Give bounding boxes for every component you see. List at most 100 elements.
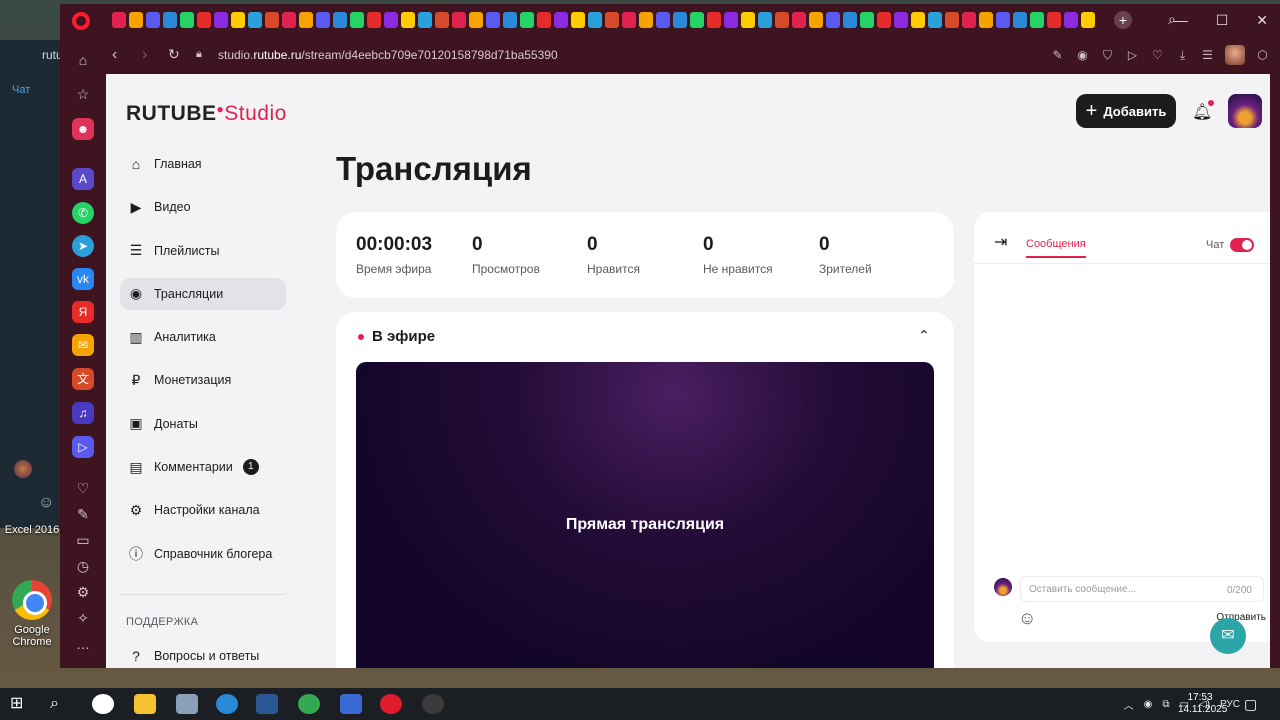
tab-favicon-icon[interactable]: [248, 12, 262, 28]
tab-favicon-icon[interactable]: [435, 12, 449, 28]
tab-favicon-icon[interactable]: [520, 12, 534, 28]
easy-setup-icon[interactable]: ☰: [1200, 48, 1215, 63]
tab-favicon-icon[interactable]: [656, 12, 670, 28]
chat-toggle[interactable]: [1230, 238, 1254, 252]
emoji-icon[interactable]: ☺: [1018, 608, 1036, 629]
tab-favicon-icon[interactable]: [911, 12, 925, 28]
telegram-icon[interactable]: ➤: [72, 235, 94, 257]
clock[interactable]: 17:53 14.11.2025: [1178, 692, 1227, 716]
bulb-icon[interactable]: ✧: [73, 608, 93, 628]
user-avatar[interactable]: [1228, 94, 1262, 128]
translate-icon[interactable]: 文: [72, 368, 94, 390]
tab-favicon-icon[interactable]: [333, 12, 347, 28]
tab-favicon-icon[interactable]: [894, 12, 908, 28]
app-a-icon[interactable]: A: [72, 168, 94, 190]
whatsapp-icon[interactable]: ✆: [72, 202, 94, 224]
rutube-studio-logo[interactable]: RUTUBE●Studio: [126, 102, 287, 126]
tab-favicon-icon[interactable]: [860, 12, 874, 28]
tab-favicon-icon[interactable]: [928, 12, 942, 28]
yandex-icon[interactable]: Я: [72, 301, 94, 323]
tab-favicon-icon[interactable]: [367, 12, 381, 28]
tab-favicon-icon[interactable]: [741, 12, 755, 28]
tab-favicon-icon[interactable]: [792, 12, 806, 28]
search-icon[interactable]: ⌕: [50, 694, 72, 714]
obs-icon[interactable]: [422, 694, 444, 714]
tab-favicon-icon[interactable]: [1064, 12, 1078, 28]
tab-favicon-icon[interactable]: [299, 12, 313, 28]
edit-icon[interactable]: ✎: [1050, 48, 1065, 63]
heart-icon[interactable]: ♡: [1150, 48, 1165, 63]
tab-favicon-icon[interactable]: [452, 12, 466, 28]
aria-icon[interactable]: ☻: [72, 118, 94, 140]
tab-favicon-icon[interactable]: [231, 12, 245, 28]
excel-desktop-icon[interactable]: Excel 2016: [4, 524, 60, 536]
tab-favicon-icon[interactable]: [350, 12, 364, 28]
cube-icon[interactable]: ⬡: [1255, 48, 1270, 63]
tab-favicon-icon[interactable]: [282, 12, 296, 28]
tab-favicon-icon[interactable]: [112, 12, 126, 28]
nav-item-monetization[interactable]: ₽ Монетизация: [120, 364, 286, 396]
mail-icon[interactable]: ✉: [72, 334, 94, 356]
nav-item-faq[interactable]: ? Вопросы и ответы: [120, 640, 286, 668]
support-chat-icon[interactable]: ✉: [1210, 618, 1246, 654]
tab-favicon-icon[interactable]: [265, 12, 279, 28]
download-icon[interactable]: ⤓: [1175, 48, 1190, 63]
tab-favicon-icon[interactable]: [588, 12, 602, 28]
tab-favicon-icon[interactable]: [758, 12, 772, 28]
tab-favicon-icon[interactable]: [1030, 12, 1044, 28]
chrome-desktop-icon[interactable]: Google Chrome: [4, 580, 60, 648]
music-icon[interactable]: ♫: [72, 402, 94, 424]
nav-item-analytics[interactable]: ▥ Аналитика: [120, 321, 286, 353]
yandex-browser-icon[interactable]: [92, 694, 114, 714]
tab-favicon-icon[interactable]: [877, 12, 891, 28]
vk-icon[interactable]: vk: [72, 268, 94, 290]
tab-favicon-icon[interactable]: [622, 12, 636, 28]
tab-favicon-icon[interactable]: [690, 12, 704, 28]
player-icon[interactable]: ▷: [72, 436, 94, 458]
tab-favicon-icon[interactable]: [707, 12, 721, 28]
tab-favicon-icon[interactable]: [571, 12, 585, 28]
todo-icon[interactable]: [340, 694, 362, 714]
nav-item-comments[interactable]: ▤ Комментарии 1: [120, 451, 286, 483]
chevron-up-icon[interactable]: ⌄: [918, 326, 930, 343]
tab-favicon-icon[interactable]: [163, 12, 177, 28]
tab-favicon-icon[interactable]: [962, 12, 976, 28]
app-icon[interactable]: [176, 694, 198, 714]
profile-avatar[interactable]: [1225, 45, 1245, 65]
lock-icon[interactable]: 🔒︎: [196, 48, 202, 61]
play-icon[interactable]: ▷: [1125, 48, 1140, 63]
maximize-icon[interactable]: ☐: [1216, 12, 1229, 29]
add-button[interactable]: + Добавить: [1076, 94, 1176, 128]
tab-favicon-icon[interactable]: [1081, 12, 1095, 28]
tab-favicon-icon[interactable]: [639, 12, 653, 28]
tab-favicon-icon[interactable]: [554, 12, 568, 28]
nav-item-broadcasts[interactable]: ◉ Трансляции: [120, 277, 286, 310]
settings-icon[interactable]: ⚙: [73, 582, 93, 602]
tab-favicon-icon[interactable]: [129, 12, 143, 28]
tabs-icon[interactable]: ▭: [73, 530, 93, 550]
tab-favicon-icon[interactable]: [469, 12, 483, 28]
notifications-icon[interactable]: 🔔︎: [1192, 100, 1214, 122]
notification-icon[interactable]: ▢: [1244, 696, 1257, 713]
tab-favicon-icon[interactable]: [537, 12, 551, 28]
history-icon[interactable]: ◷: [73, 556, 93, 576]
url-field[interactable]: studio.rutube.ru/stream/d4eebcb709e70120…: [218, 48, 558, 62]
tab-messages[interactable]: Сообщения: [1026, 238, 1086, 258]
word-icon[interactable]: [256, 694, 278, 714]
edge-icon[interactable]: [216, 694, 238, 714]
tab-favicon-icon[interactable]: [503, 12, 517, 28]
tray-copy-icon[interactable]: ⧉: [1162, 699, 1169, 710]
shield-icon[interactable]: ⛉: [1100, 48, 1115, 63]
tab-favicon-icon[interactable]: [673, 12, 687, 28]
tab-favicon-icon[interactable]: [979, 12, 993, 28]
tab-favicon-icon[interactable]: [401, 12, 415, 28]
new-tab-button[interactable]: +: [1114, 11, 1132, 29]
back-icon[interactable]: ‹: [112, 46, 117, 64]
tab-favicon-icon[interactable]: [1013, 12, 1027, 28]
tab-favicon-icon[interactable]: [316, 12, 330, 28]
edit-sidebar-icon[interactable]: ✎: [73, 504, 93, 524]
tab-favicon-icon[interactable]: [180, 12, 194, 28]
tab-favicon-icon[interactable]: [809, 12, 823, 28]
nav-item-donations[interactable]: ▣ Донаты: [120, 408, 286, 440]
close-icon[interactable]: ✕: [1256, 12, 1268, 29]
